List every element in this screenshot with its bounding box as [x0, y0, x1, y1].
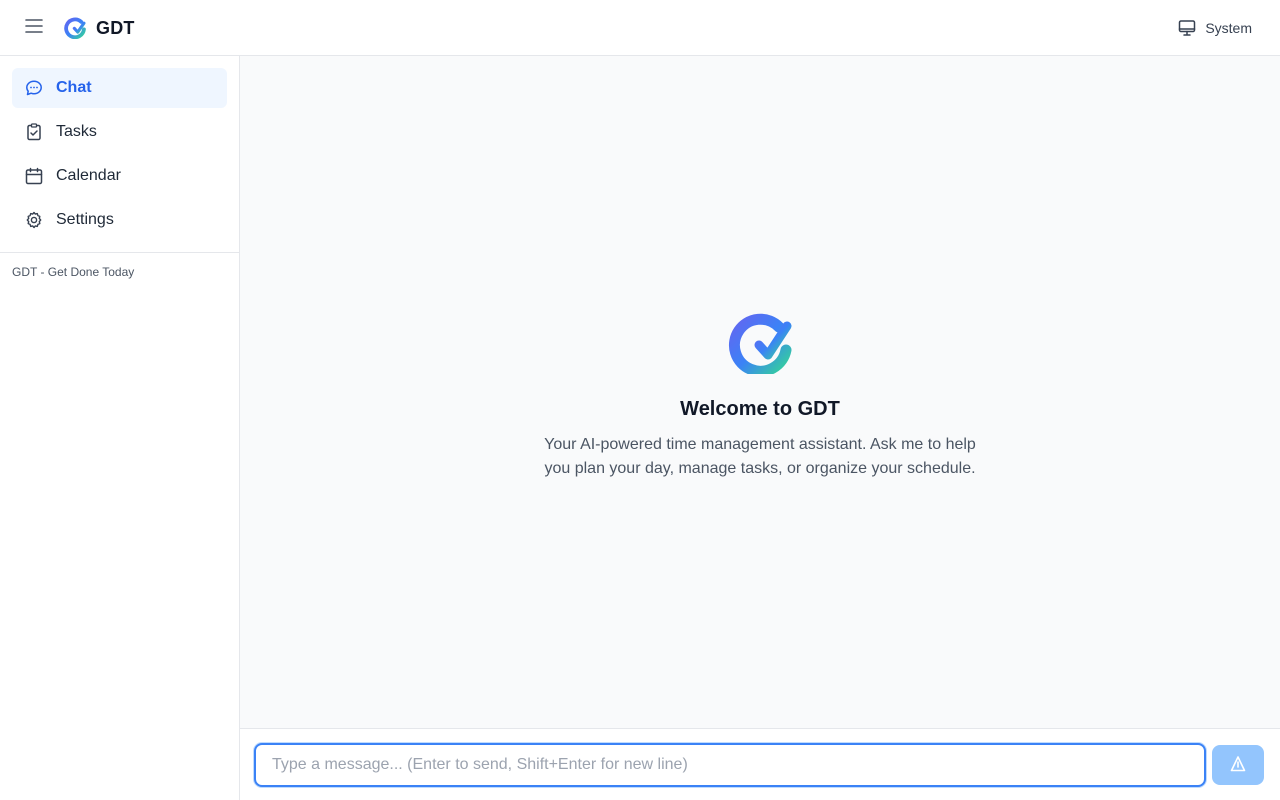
gear-icon — [24, 210, 44, 230]
sidebar-item-label: Calendar — [56, 167, 121, 184]
monitor-icon — [1177, 18, 1197, 38]
send-button[interactable] — [1212, 745, 1264, 785]
sidebar: Chat Tasks Calendar Settings GDT - Get D… — [0, 56, 240, 800]
app-name: GDT — [96, 17, 135, 38]
calendar-icon — [24, 166, 44, 186]
brand[interactable]: GDT — [64, 16, 135, 40]
message-composer — [240, 728, 1280, 800]
gdt-logo-icon — [728, 313, 792, 374]
send-icon — [1229, 755, 1247, 776]
sidebar-item-calendar[interactable]: Calendar — [12, 156, 227, 196]
welcome-title: Welcome to GDT — [680, 398, 840, 420]
welcome-description: Your AI-powered time management assistan… — [544, 436, 976, 477]
sidebar-item-label: Tasks — [56, 123, 97, 140]
menu-toggle-button[interactable] — [22, 16, 46, 40]
chat-area: Welcome to GDT Your AI-powered time mana… — [240, 56, 1280, 728]
sidebar-divider — [0, 252, 239, 253]
welcome-panel: Welcome to GDT Your AI-powered time mana… — [240, 310, 1280, 481]
app-root: GDT System Chat Tasks Calendar Settings … — [0, 0, 1280, 800]
sidebar-item-chat[interactable]: Chat — [12, 68, 227, 108]
sidebar-item-label: Settings — [56, 211, 114, 228]
sidebar-nav: Chat Tasks Calendar Settings — [0, 56, 239, 240]
clipboard-check-icon — [24, 122, 44, 142]
sidebar-item-settings[interactable]: Settings — [12, 200, 227, 240]
chat-bubble-icon — [24, 78, 44, 98]
theme-label: System — [1205, 20, 1252, 36]
sidebar-item-tasks[interactable]: Tasks — [12, 112, 227, 152]
message-input[interactable] — [254, 743, 1206, 787]
hamburger-menu-icon — [25, 18, 43, 38]
gdt-logo-icon — [64, 17, 86, 39]
sidebar-footer-text: GDT - Get Done Today — [12, 265, 135, 279]
theme-selector-button[interactable]: System — [1177, 16, 1252, 40]
sidebar-item-label: Chat — [56, 79, 92, 96]
top-header: GDT System — [0, 0, 1280, 56]
